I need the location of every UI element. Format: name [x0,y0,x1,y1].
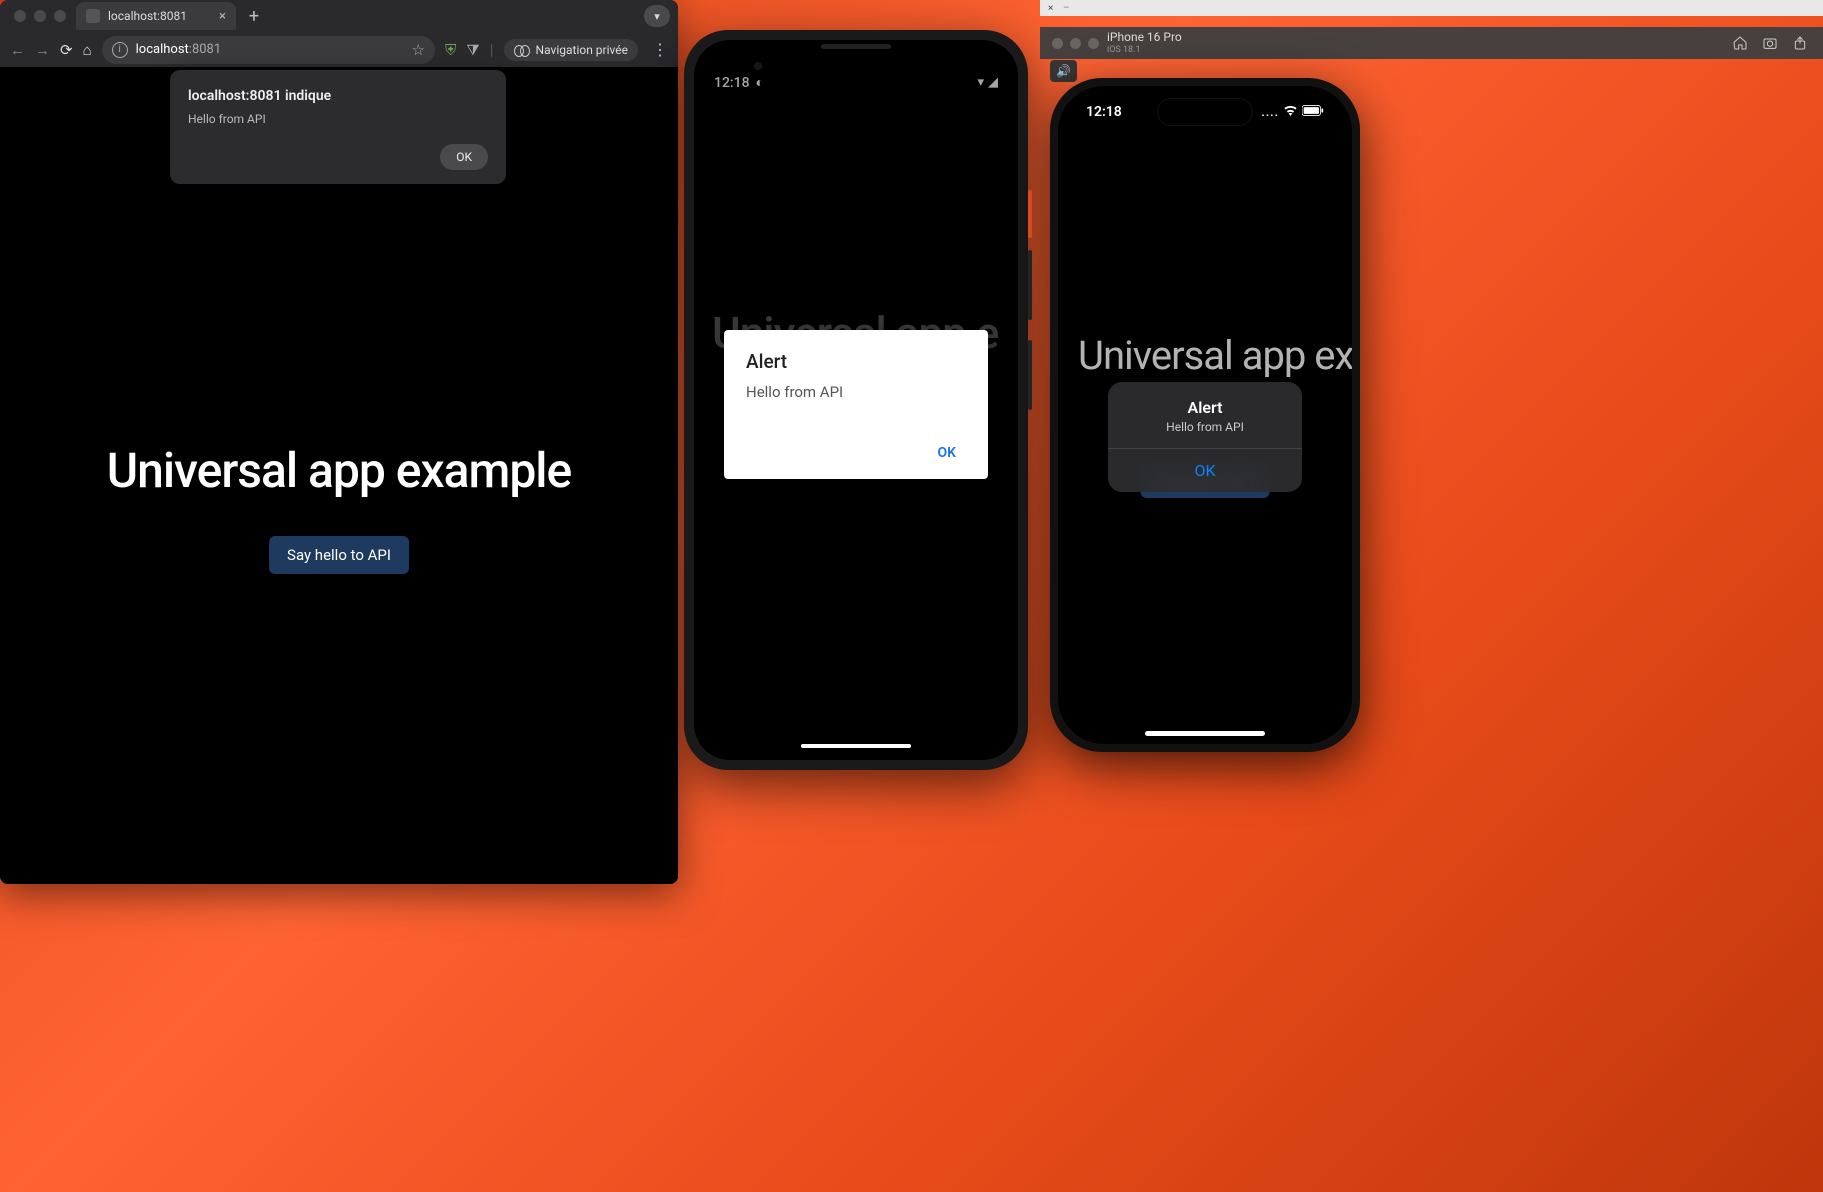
iphone-device-frame: 12:18 .... Universal app ex Say hello to… [1050,78,1360,752]
cellular-signal-icon: .... [1261,105,1279,119]
favicon-icon [86,9,100,23]
alert-ok-button[interactable]: OK [440,144,488,170]
say-hello-button[interactable]: Say hello to API [269,536,409,574]
alert-message: Hello from API [188,112,488,126]
tab-overflow-button[interactable]: ▾ [644,5,670,27]
browser-chrome: localhost:8081 × + ▾ ← → ⟳ ⌂ i localhost… [0,0,678,68]
status-time: 12:18 [1086,104,1122,120]
android-screen: 12:18 ◐ ▾ ◢ Universal app e Alert Hello … [694,40,1018,760]
home-indicator[interactable] [1145,731,1265,736]
share-icon[interactable] [1789,32,1811,54]
wifi-icon [1283,105,1298,119]
bookmark-star-icon[interactable]: ☆ [412,41,425,59]
back-button: ← [10,41,25,59]
ios-alert-dialog: Alert Hello from API OK [1108,382,1302,492]
screenshot-icon[interactable] [1759,32,1781,54]
tab-strip: localhost:8081 × + ▾ [0,0,678,32]
forward-button: → [35,41,50,59]
os-version: iOS 18.1 [1107,45,1182,55]
site-info-icon[interactable]: i [112,42,128,58]
window-minimize-icon[interactable] [34,10,46,22]
simulator-title-group: iPhone 16 Pro iOS 18.1 [1107,31,1182,54]
new-tab-button[interactable]: + [242,6,266,27]
home-icon[interactable] [1729,32,1751,54]
battery-icon [1302,105,1324,119]
overflow-menu-button[interactable]: ⋮ [652,40,668,59]
incognito-mask-icon [514,45,530,55]
alert-title: localhost:8081 indique [188,88,488,104]
alert-ok-button[interactable]: OK [1108,449,1302,492]
js-alert-dialog: localhost:8081 indique Hello from API OK [170,70,506,184]
browser-viewport: Universal app example Say hello to API [0,68,678,884]
private-label: Navigation privée [536,43,628,57]
alert-ok-button[interactable]: OK [927,437,966,469]
alert-message: Hello from API [1120,420,1290,434]
volume-down-button[interactable] [1028,340,1032,410]
home-indicator[interactable] [801,744,911,748]
address-bar[interactable]: i localhost:8081 ☆ [102,36,435,64]
alert-message: Hello from API [746,383,966,401]
android-device-frame: 12:18 ◐ ▾ ◢ Universal app e Alert Hello … [684,30,1028,770]
private-browsing-badge[interactable]: Navigation privée [504,39,638,61]
device-name: iPhone 16 Pro [1107,31,1182,44]
close-icon[interactable]: × [1048,3,1059,14]
page-title: Universal app example [107,442,572,499]
window-minimize-icon[interactable] [1070,38,1081,49]
window-traffic-lights[interactable] [8,10,76,22]
reload-button[interactable]: ⟳ [60,41,73,59]
volume-up-button[interactable] [1028,250,1032,320]
tab-title: localhost:8081 [108,9,187,23]
window-zoom-icon[interactable] [1088,38,1099,49]
android-alert-dialog: Alert Hello from API OK [724,330,988,479]
traffic-lights[interactable] [1052,38,1099,49]
chrome-browser-window: localhost:8081 × + ▾ ← → ⟳ ⌂ i localhost… [0,0,678,884]
home-button[interactable]: ⌂ [83,41,92,59]
alert-title: Alert [1120,398,1290,417]
window-close-icon[interactable] [1052,38,1063,49]
iphone-screen: 12:18 .... Universal app ex Say hello to… [1058,86,1352,744]
close-tab-icon[interactable]: × [219,9,226,24]
browser-toolbar: ← → ⟳ ⌂ i localhost:8081 ☆ ⛨ ⧩ | Navigat… [0,32,678,68]
alert-title: Alert [746,350,966,373]
url-text: localhost:8081 [136,42,222,57]
browser-tab[interactable]: localhost:8081 × [76,2,236,30]
simulator-titlebar: iPhone 16 Pro iOS 18.1 [1040,27,1823,59]
window-close-icon[interactable] [14,10,26,22]
power-button[interactable] [1028,190,1032,238]
page-title: Universal app ex [1078,334,1352,378]
xcode-window-strip: × – [1040,0,1823,16]
shield-icon[interactable]: ⛨ [445,41,456,59]
extensions-icon[interactable]: ⧩ [466,41,479,59]
dynamic-island [1157,98,1253,126]
minimize-icon[interactable]: – [1063,3,1070,14]
window-zoom-icon[interactable] [54,10,66,22]
volume-hud-icon: 🔊 [1050,60,1077,82]
